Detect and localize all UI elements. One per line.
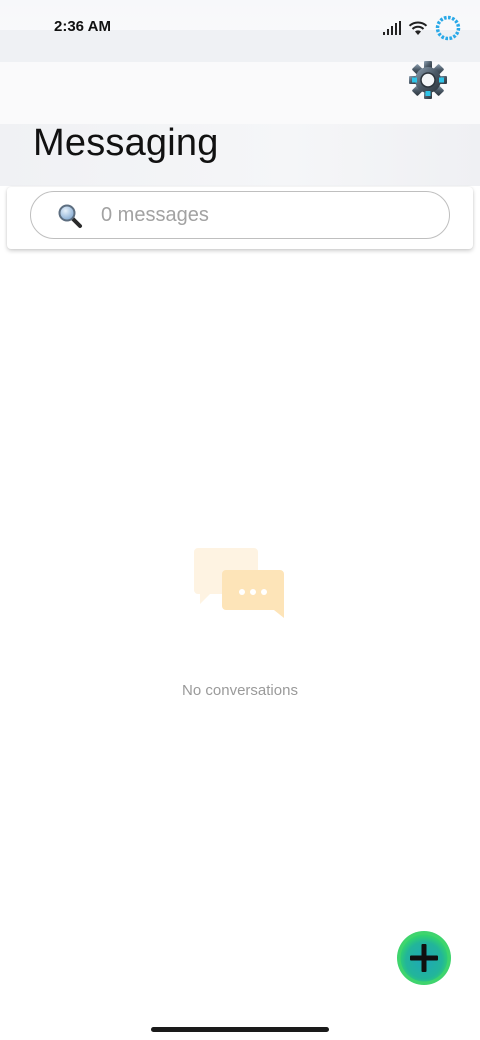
status-icons — [382, 14, 462, 42]
loading-ring-icon — [435, 15, 461, 41]
chat-bubbles-icon — [194, 548, 284, 618]
search-icon — [58, 204, 82, 228]
status-bar: 2:36 AM — [0, 0, 480, 56]
signal-icon — [383, 21, 401, 35]
home-indicator[interactable] — [151, 1027, 329, 1032]
settings-button[interactable] — [404, 58, 452, 102]
wifi-icon — [408, 21, 428, 35]
messaging-screen: 2:36 AM Messaging 0 messages No conversa… — [0, 0, 480, 1040]
status-time: 2:36 AM — [54, 18, 111, 35]
search-box[interactable] — [30, 191, 450, 239]
search-input[interactable] — [101, 200, 421, 230]
page-title: Messaging — [33, 122, 219, 164]
new-conversation-button[interactable] — [396, 930, 452, 986]
search-card — [7, 187, 473, 249]
gear-icon — [409, 61, 447, 99]
empty-state-text: No conversations — [182, 682, 298, 699]
